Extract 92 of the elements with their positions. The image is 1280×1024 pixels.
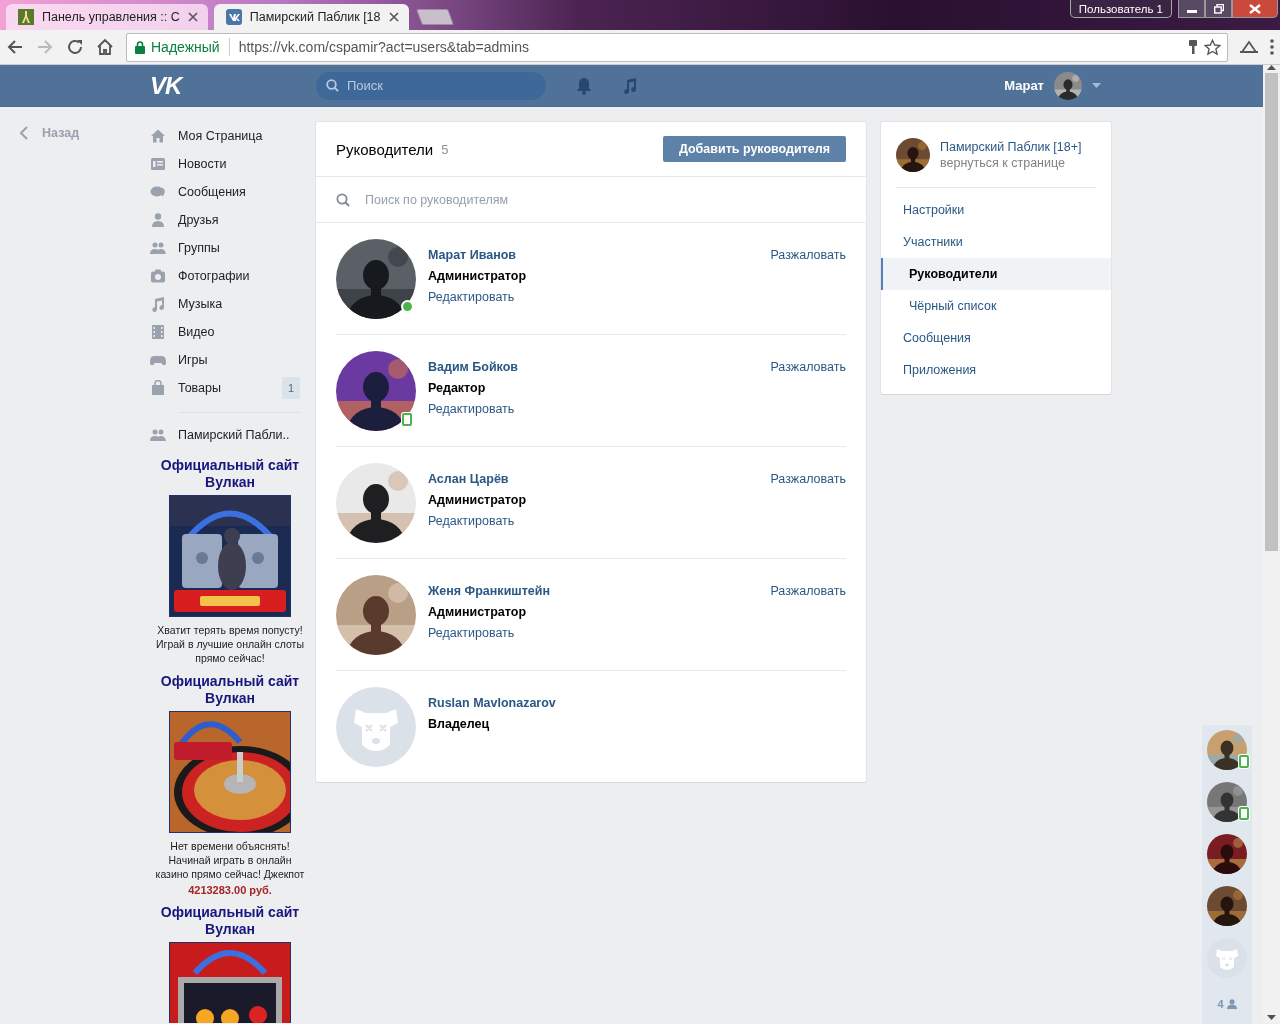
- maximize-button[interactable]: [1205, 0, 1232, 18]
- menu-item[interactable]: Приложения: [881, 354, 1111, 386]
- browser-tab[interactable]: Панель управления :: C: [6, 4, 208, 30]
- scrollbar-thumb[interactable]: [1265, 73, 1278, 551]
- edit-link[interactable]: Редактировать: [428, 402, 515, 416]
- member-role: Владелец: [428, 717, 490, 731]
- market-icon: [150, 380, 166, 396]
- lock-icon: [135, 40, 145, 54]
- ad-title-link[interactable]: Официальный сайт Вулкан: [155, 457, 305, 491]
- demote-link[interactable]: Разжаловать: [770, 351, 846, 431]
- community-name-link[interactable]: Памирский Паблик [18+]: [940, 140, 1082, 154]
- demote-link[interactable]: Разжаловать: [770, 575, 846, 655]
- nav-item[interactable]: Игры: [178, 353, 300, 367]
- member-name-link[interactable]: Аслан Царёв: [428, 472, 509, 486]
- key-icon[interactable]: [1188, 39, 1198, 55]
- browser-tab[interactable]: Памирский Паблик [18: [213, 4, 409, 30]
- extension-icon[interactable]: [1240, 40, 1258, 54]
- nav-item[interactable]: Видео: [178, 325, 300, 339]
- back-to-page-link[interactable]: вернуться к странице: [940, 156, 1082, 170]
- counter-badge: 1: [281, 377, 300, 399]
- music-icon: [150, 296, 166, 312]
- profile-button[interactable]: Пользователь 1: [1069, 0, 1172, 18]
- edit-link[interactable]: Редактировать: [428, 626, 515, 640]
- close-icon: [1249, 3, 1261, 14]
- restore-icon: [1213, 3, 1224, 14]
- caret-icon[interactable]: [1092, 83, 1101, 88]
- edit-link[interactable]: Редактировать: [428, 514, 515, 528]
- nav-item[interactable]: Группы: [178, 241, 300, 255]
- nav-item[interactable]: Моя Страница: [178, 129, 300, 143]
- nav-item[interactable]: Товары: [178, 381, 270, 395]
- scroll-down-icon[interactable]: [1267, 1015, 1276, 1020]
- new-tab-button[interactable]: [415, 9, 454, 25]
- search-box[interactable]: Поиск по руководителям: [316, 177, 866, 223]
- add-manager-button[interactable]: Добавить руководителя: [662, 136, 846, 162]
- close-tab-icon[interactable]: [187, 12, 198, 22]
- demote-link[interactable]: Разжаловать: [770, 239, 846, 319]
- back-icon[interactable]: [6, 38, 24, 56]
- menu-item[interactable]: Чёрный список: [881, 290, 1111, 322]
- logo[interactable]: VK: [150, 71, 316, 100]
- user-name[interactable]: Марат: [1004, 78, 1044, 93]
- star-icon[interactable]: [1204, 38, 1221, 56]
- home-icon[interactable]: [96, 38, 114, 56]
- nav-item[interactable]: Фотографии: [178, 269, 300, 283]
- edit-link[interactable]: Редактировать: [428, 290, 515, 304]
- member-role: Администратор: [428, 605, 527, 619]
- ad-text: Нет времени объяснять! Начинай играть в онлайн казино прямо сейчас! Джекпот: [155, 839, 305, 881]
- menu-item[interactable]: Настройки: [881, 194, 1111, 226]
- search-icon: [336, 192, 350, 207]
- panel-title: Руководители: [336, 140, 434, 158]
- search-box[interactable]: Поиск: [316, 71, 546, 100]
- member-role: Редактор: [428, 381, 486, 395]
- demote-link[interactable]: Разжаловать: [770, 463, 846, 543]
- nav-item[interactable]: Памирский Пабли..: [178, 428, 300, 442]
- member-name-link[interactable]: Марат Иванов: [428, 248, 517, 262]
- person-icon: [1226, 999, 1237, 1009]
- groups-icon: [150, 240, 166, 256]
- news-icon: [150, 156, 166, 172]
- reload-icon[interactable]: [66, 38, 84, 56]
- close-button[interactable]: [1232, 0, 1278, 18]
- video-icon: [150, 324, 166, 340]
- search-icon: [326, 79, 339, 92]
- menu-item[interactable]: Сообщения: [881, 322, 1111, 354]
- ad-title-link[interactable]: Официальный сайт Вулкан: [155, 673, 305, 707]
- tab-favicon-icon: [18, 9, 34, 25]
- tab-favicon-icon: [225, 9, 242, 25]
- menu-item[interactable]: Участники: [881, 226, 1111, 258]
- groups-icon: [150, 427, 166, 443]
- member-role: Администратор: [428, 269, 527, 283]
- menu-item[interactable]: Руководители: [881, 258, 1111, 290]
- minimize-button[interactable]: [1178, 0, 1205, 18]
- url-text: https://vk.com/cspamir?act=users&tab=admins: [238, 39, 530, 55]
- menu-icon[interactable]: [1270, 39, 1274, 55]
- member-name-link[interactable]: Женя Франкиштейн: [428, 584, 551, 598]
- jackpot-amount: 4213283.00 руб.: [188, 884, 272, 896]
- photos-icon: [150, 268, 166, 284]
- contact-count: 4: [1217, 998, 1224, 1010]
- member-name-link[interactable]: Вадим Бойков: [428, 360, 519, 374]
- ad-text: Хватит терять время попусту! Играй в лучшие онлайн слоты прямо сейчас!: [155, 623, 305, 665]
- address-bar[interactable]: Надежный https://vk.com/cspamir?act=users&tab=admins: [126, 32, 1228, 62]
- nav-item[interactable]: Музыка: [178, 297, 300, 311]
- security-label: Надежный: [151, 39, 220, 55]
- member-name-link[interactable]: Ruslan Mavlonazarov: [428, 696, 556, 710]
- nav-item[interactable]: Друзья: [178, 213, 300, 227]
- ad-title-link[interactable]: Официальный сайт Вулкан: [155, 904, 305, 938]
- member-role: Администратор: [428, 493, 527, 507]
- nav-item[interactable]: Новости: [178, 157, 300, 171]
- count-label: 5: [441, 141, 449, 157]
- nav-item[interactable]: Сообщения: [178, 185, 300, 199]
- close-tab-icon[interactable]: [388, 12, 399, 22]
- search-field[interactable]: Поиск: [347, 78, 527, 93]
- home-icon: [150, 128, 166, 144]
- friends-icon: [150, 212, 166, 228]
